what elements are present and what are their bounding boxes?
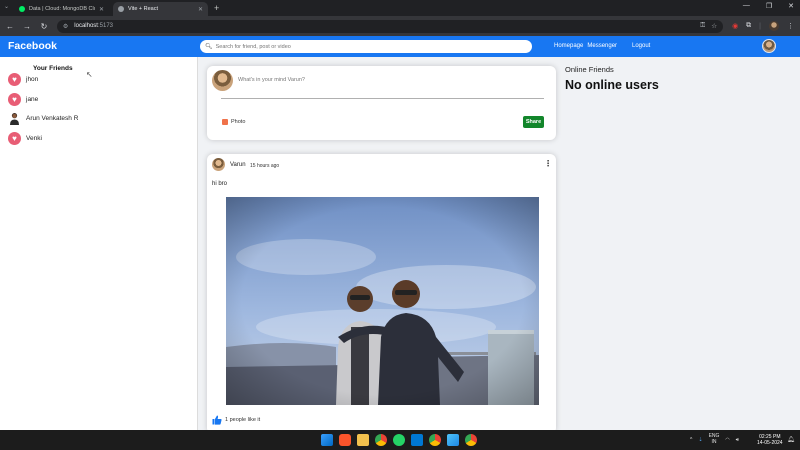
chrome-profile-icon[interactable] bbox=[465, 434, 477, 446]
logout-link[interactable]: Logout bbox=[632, 43, 650, 49]
globe-favicon-icon bbox=[118, 6, 124, 12]
messenger-link[interactable]: Messenger bbox=[587, 43, 617, 49]
post-timestamp: 15 hours ago bbox=[250, 162, 280, 169]
sidebar-title: Your Friends bbox=[33, 65, 73, 72]
extensions-puzzle-icon[interactable]: ⧉ bbox=[746, 22, 751, 30]
user-avatar[interactable] bbox=[762, 39, 776, 53]
post-text: hi bro bbox=[212, 181, 228, 187]
close-window-icon[interactable]: ✕ bbox=[788, 2, 794, 10]
address-bar[interactable]: ⚙ localhost:5173 ⚿ ☆ bbox=[56, 19, 724, 33]
friend-item-jane[interactable]: ♥ jane bbox=[8, 93, 38, 106]
wifi-icon[interactable]: ◠ bbox=[725, 437, 729, 443]
new-tab-icon[interactable]: + bbox=[214, 2, 219, 16]
back-icon[interactable]: ← bbox=[6, 22, 14, 31]
facebook-logo[interactable]: Facebook bbox=[8, 40, 57, 52]
browser-tab-vite[interactable]: Vite + React ✕ bbox=[113, 2, 208, 16]
share-input[interactable] bbox=[238, 77, 518, 83]
friend-name: Venki bbox=[26, 135, 42, 142]
toolbar-right: ◉ ⧉ | ⋮ bbox=[732, 21, 794, 31]
heart-icon: ♥ bbox=[8, 93, 21, 106]
share-avatar bbox=[212, 70, 233, 91]
browser-tab-strip: Data | Cloud: MongoDB Cloud ✕ Vite + Rea… bbox=[0, 0, 800, 16]
forward-icon[interactable]: → bbox=[23, 22, 31, 31]
homepage-link[interactable]: Homepage bbox=[554, 43, 583, 49]
taskbar-apps bbox=[321, 434, 477, 446]
tab-title: Vite + React bbox=[128, 6, 159, 12]
friend-name: jane bbox=[26, 96, 39, 103]
post-avatar[interactable] bbox=[212, 158, 225, 171]
friend-name: Arun Venkatesh R bbox=[26, 115, 79, 122]
heart-icon: ♥ bbox=[8, 73, 21, 86]
search-input[interactable] bbox=[215, 43, 516, 50]
mouse-cursor-icon: ↖ bbox=[86, 70, 93, 79]
browser-menu-icon[interactable]: ⋮ bbox=[787, 22, 794, 30]
thumbs-up-icon[interactable] bbox=[212, 415, 222, 425]
post-card: Varun 15 hours ago ⋮ hi bro 1 people lik… bbox=[207, 154, 556, 434]
system-tray: ^ ⇣ ENG IN ◠ 🔊︎ bbox=[690, 433, 739, 445]
no-online-users-text: No online users bbox=[565, 78, 659, 92]
language-indicator[interactable]: ENG IN bbox=[709, 433, 720, 445]
bookmark-star-icon[interactable]: ☆ bbox=[711, 22, 717, 30]
friend-name: jhon bbox=[26, 76, 39, 83]
window-controls: — ❐ ✕ bbox=[743, 2, 794, 10]
whatsapp-icon[interactable] bbox=[393, 434, 405, 446]
file-explorer-icon[interactable] bbox=[357, 434, 369, 446]
online-friends-title: Online Friends bbox=[565, 65, 614, 74]
reload-icon[interactable]: ↻ bbox=[40, 22, 48, 31]
profile-avatar[interactable] bbox=[769, 21, 779, 31]
close-tab-icon[interactable]: ✕ bbox=[198, 6, 203, 13]
windows-start-icon[interactable] bbox=[321, 434, 333, 446]
vscode-icon[interactable] bbox=[411, 434, 423, 446]
download-icon[interactable]: ⇣ bbox=[698, 437, 702, 443]
search-bar[interactable]: 🔍︎ bbox=[200, 40, 532, 53]
tab-search-icon[interactable]: ⌄ bbox=[4, 3, 9, 10]
search-icon: 🔍︎ bbox=[205, 44, 213, 50]
photo-label: Photo bbox=[231, 119, 246, 125]
notification-icon[interactable]: 🔔︎ bbox=[787, 436, 795, 443]
photo-option[interactable]: Photo bbox=[222, 119, 245, 125]
chrome-active-icon[interactable] bbox=[429, 434, 441, 446]
mongodb-favicon-icon bbox=[19, 6, 25, 12]
site-info-icon[interactable]: ⚙ bbox=[63, 23, 68, 30]
password-key-icon[interactable]: ⚿ bbox=[700, 22, 705, 30]
maximize-icon[interactable]: ❐ bbox=[766, 2, 772, 10]
browser-tab-mongodb[interactable]: Data | Cloud: MongoDB Cloud ✕ bbox=[14, 2, 109, 16]
separator: | bbox=[759, 22, 761, 30]
friend-item-arun[interactable]: Arun Venkatesh R bbox=[8, 112, 78, 125]
post-image[interactable] bbox=[226, 197, 539, 405]
like-count: 1 people like it bbox=[225, 417, 261, 423]
tab-title: Data | Cloud: MongoDB Cloud bbox=[29, 6, 95, 12]
browser-toolbar: ← → ↻ ⚙ localhost:5173 ⚿ ☆ ◉ ⧉ | ⋮ bbox=[0, 16, 800, 36]
friend-item-jhon[interactable]: ♥ jhon bbox=[8, 73, 38, 86]
share-divider bbox=[221, 98, 544, 99]
person-avatar bbox=[8, 112, 21, 125]
share-button[interactable]: Share bbox=[523, 116, 544, 128]
extension-icon[interactable]: ◉ bbox=[732, 22, 738, 30]
app-topbar: Facebook 🔍︎ Homepage Messenger Logout bbox=[0, 36, 800, 57]
more-options-icon[interactable]: ⋮ bbox=[544, 159, 552, 168]
chrome-icon[interactable] bbox=[375, 434, 387, 446]
minimize-icon[interactable]: — bbox=[743, 2, 750, 10]
tray-chevron-icon[interactable]: ^ bbox=[690, 437, 692, 443]
friends-sidebar: Your Friends ↖ ♥ jhon ♥ jane Arun Venkat… bbox=[0, 57, 198, 430]
os-taskbar: ^ ⇣ ENG IN ◠ 🔊︎ 02:25 PM 14-05-2024 🔔︎ bbox=[0, 430, 800, 450]
url-text[interactable]: localhost:5173 bbox=[74, 23, 694, 29]
friend-item-venki[interactable]: ♥ Venki bbox=[8, 132, 42, 145]
volume-icon[interactable]: 🔊︎ bbox=[736, 437, 739, 443]
photos-icon[interactable] bbox=[447, 434, 459, 446]
brave-browser-icon[interactable] bbox=[339, 434, 351, 446]
system-clock[interactable]: 02:25 PM 14-05-2024 bbox=[757, 434, 783, 446]
close-tab-icon[interactable]: ✕ bbox=[99, 6, 104, 13]
photo-icon bbox=[222, 119, 228, 125]
share-card: Photo Share bbox=[207, 66, 556, 140]
like-row: 1 people like it bbox=[212, 415, 260, 425]
heart-icon: ♥ bbox=[8, 132, 21, 145]
top-links: Homepage Messenger bbox=[554, 43, 617, 49]
post-username[interactable]: Varun bbox=[230, 162, 246, 168]
